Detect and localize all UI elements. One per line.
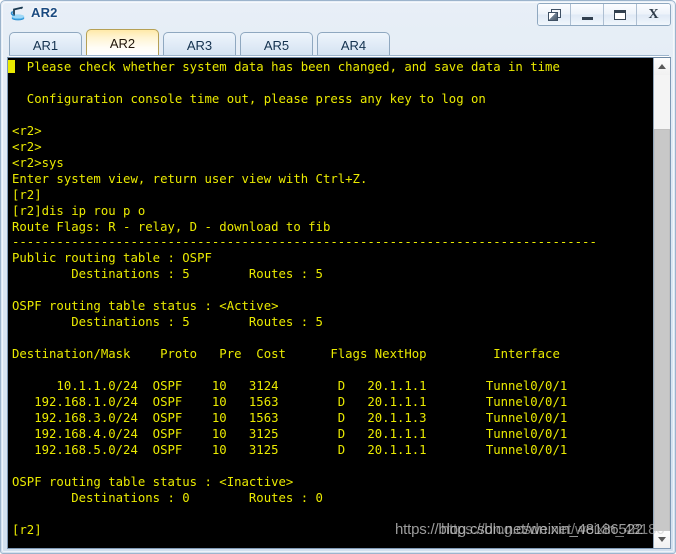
- window-controls: X: [537, 3, 671, 26]
- terminal-output[interactable]: Please check whether system data has bee…: [8, 58, 654, 548]
- tab-label: AR3: [186, 37, 213, 53]
- tab-label: AR4: [340, 37, 367, 53]
- scroll-up-button[interactable]: [654, 58, 670, 75]
- scrollbar-track[interactable]: [654, 75, 670, 532]
- tab-strip: AR1 AR2 AR3 AR5 AR4: [1, 27, 676, 57]
- title-bar: AR2 X: [1, 1, 676, 27]
- maximize-button[interactable]: [604, 4, 637, 25]
- scroll-down-button[interactable]: [654, 531, 670, 548]
- close-icon: X: [648, 6, 659, 22]
- tab-label: AR1: [32, 37, 59, 53]
- console-window: AR2 X AR1 AR2 AR3 AR5 AR4 Please check w…: [0, 0, 676, 554]
- cascade-windows-button[interactable]: [538, 4, 571, 25]
- tab-ar2[interactable]: AR2: [86, 29, 159, 57]
- cascade-windows-icon: [547, 8, 561, 21]
- tab-ar4[interactable]: AR4: [317, 32, 390, 57]
- console-text: Please check whether system data has bee…: [12, 60, 597, 537]
- tab-ar3[interactable]: AR3: [163, 32, 236, 57]
- close-button[interactable]: X: [637, 4, 670, 25]
- window-title: AR2: [31, 5, 58, 20]
- tab-ar5[interactable]: AR5: [240, 32, 313, 57]
- minimize-icon: [581, 16, 593, 20]
- terminal-scrollbar[interactable]: [653, 58, 670, 548]
- scrollbar-thumb[interactable]: [654, 129, 670, 532]
- maximize-icon: [614, 9, 626, 20]
- minimize-button[interactable]: [571, 4, 604, 25]
- terminal-frame: Please check whether system data has bee…: [7, 57, 671, 549]
- tab-ar1[interactable]: AR1: [9, 32, 82, 57]
- chevron-down-icon: [658, 537, 666, 542]
- tab-label: AR2: [109, 36, 136, 51]
- chevron-up-icon: [658, 64, 666, 69]
- tab-label: AR5: [263, 37, 290, 53]
- router-icon: [9, 5, 27, 23]
